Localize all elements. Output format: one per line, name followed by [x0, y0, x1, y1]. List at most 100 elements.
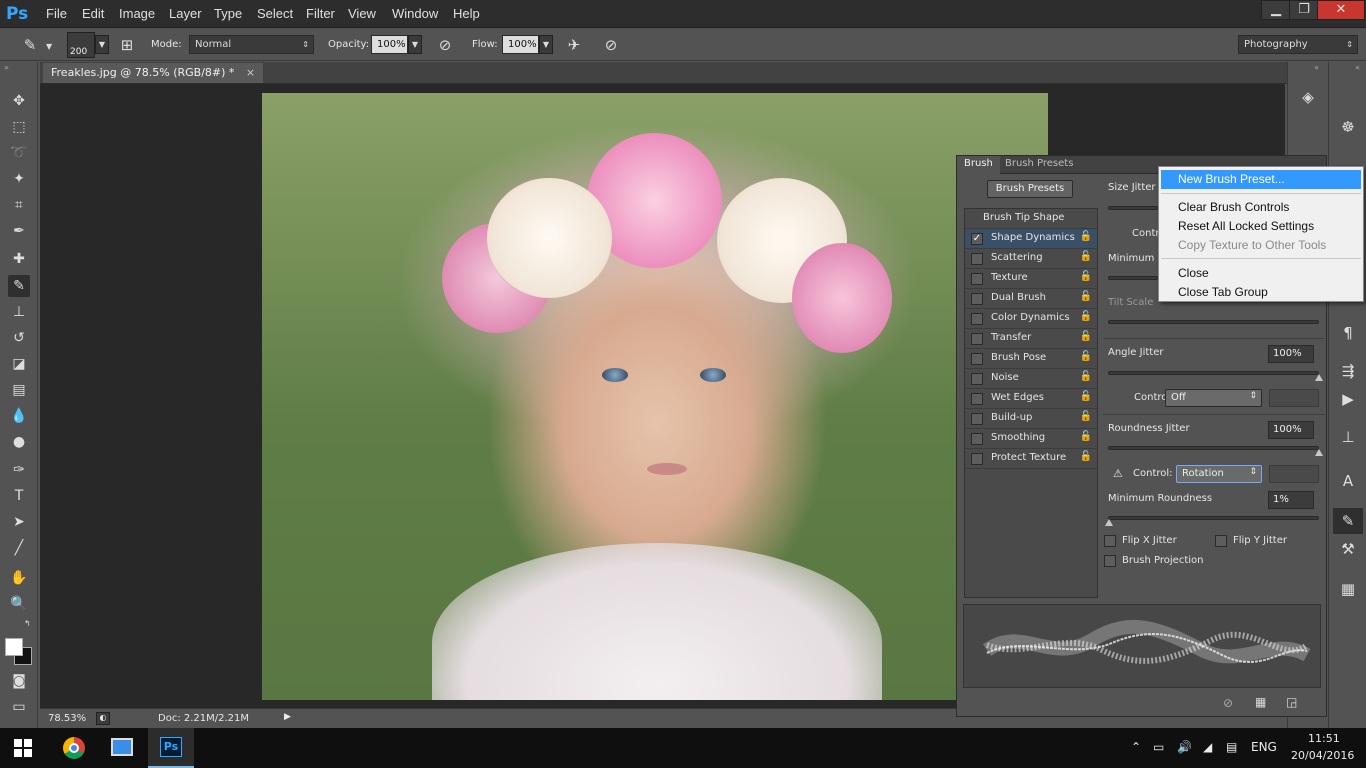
brush-picker-dropdown[interactable]: ▼ — [95, 35, 109, 54]
roundness-jitter-slider[interactable] — [1108, 446, 1319, 450]
tab-brush[interactable]: Brush — [957, 156, 1000, 174]
checkbox[interactable]: ✓ — [971, 233, 983, 245]
checkbox[interactable] — [971, 293, 983, 305]
pressure-opacity-icon[interactable]: ⊘ — [435, 35, 455, 55]
menu-filter[interactable]: Filter — [306, 6, 335, 21]
share-icon[interactable]: ◐ — [96, 712, 110, 725]
properties-icon[interactable]: ▦ — [1333, 576, 1363, 602]
magic-wand-tool-icon[interactable]: ✦ — [8, 168, 30, 190]
menu-help[interactable]: Help — [453, 6, 480, 21]
brush-projection-checkbox[interactable] — [1104, 555, 1116, 567]
angle-jitter-input[interactable]: 100% — [1268, 345, 1314, 363]
layers-icon[interactable]: ◈ — [1293, 84, 1323, 110]
tilt-scale-slider[interactable] — [1108, 320, 1319, 324]
new-preset-icon[interactable]: ◲ — [1286, 695, 1297, 709]
move-tool-icon[interactable]: ✥ — [8, 90, 30, 112]
slider-thumb[interactable] — [1105, 519, 1113, 526]
size-jitter-slider[interactable] — [1108, 206, 1158, 210]
lock-icon[interactable]: 🔓 — [1080, 271, 1092, 282]
menu-file[interactable]: File — [46, 6, 67, 21]
menu-layer[interactable]: Layer — [169, 6, 202, 21]
brush-size-picker[interactable]: 200 — [67, 32, 95, 58]
lock-icon[interactable]: 🔓 — [1080, 351, 1092, 362]
eyedropper-tool-icon[interactable]: ✒ — [8, 220, 30, 242]
menu-window[interactable]: Window — [392, 6, 438, 21]
minimum-roundness-slider[interactable] — [1108, 516, 1319, 520]
collapse-icon[interactable]: « — [1314, 63, 1319, 72]
dodge-tool-icon[interactable]: ● — [8, 431, 30, 453]
image-viewer-app[interactable] — [99, 728, 145, 768]
clone-source-icon[interactable]: ⊥ — [1333, 424, 1363, 450]
language-indicator[interactable]: ENG — [1251, 740, 1277, 754]
checkbox[interactable] — [971, 393, 983, 405]
lock-icon[interactable]: 🔓 — [1080, 431, 1092, 442]
zoom-tool-icon[interactable]: 🔍 — [8, 593, 30, 615]
menu-image[interactable]: Image — [119, 6, 155, 21]
checkbox[interactable] — [971, 253, 983, 265]
pressure-size-icon[interactable]: ⊘ — [601, 35, 621, 55]
status-menu-arrow-icon[interactable]: ▶ — [284, 712, 296, 725]
tab-brush-presets[interactable]: Brush Presets — [998, 156, 1080, 174]
lock-icon[interactable]: 🔓 — [1080, 251, 1092, 262]
brush-tool-preset-icon[interactable]: ✎ — [20, 35, 40, 55]
photoshop-app[interactable]: Ps — [148, 728, 194, 768]
flow-input[interactable]: 100% — [502, 35, 539, 54]
angle-control-select[interactable]: Off ⇕ — [1165, 389, 1262, 407]
character-icon[interactable]: A — [1333, 468, 1363, 494]
lock-icon[interactable]: 🔓 — [1080, 291, 1092, 302]
paragraph-icon[interactable]: ¶ — [1333, 320, 1363, 346]
lock-icon[interactable]: 🔓 — [1080, 231, 1092, 242]
brush-presets-button[interactable]: Brush Presets — [987, 180, 1073, 198]
gradient-tool-icon[interactable]: ▤ — [8, 379, 30, 401]
slider-thumb[interactable] — [1315, 374, 1323, 381]
menu-view[interactable]: View — [348, 6, 376, 21]
angle-jitter-slider[interactable] — [1108, 371, 1319, 375]
blur-tool-icon[interactable]: 💧 — [8, 405, 30, 427]
history-brush-tool-icon[interactable]: ↺ — [8, 327, 30, 349]
zoom-level[interactable]: 78.53% — [48, 713, 86, 724]
checkbox[interactable] — [971, 333, 983, 345]
roundness-jitter-input[interactable]: 100% — [1268, 421, 1314, 439]
close-tab-icon[interactable]: × — [246, 66, 255, 79]
list-item-build-up[interactable]: Build-up 🔓 — [965, 409, 1097, 429]
lock-icon[interactable]: 🔓 — [1080, 311, 1092, 322]
checkbox[interactable] — [971, 373, 983, 385]
type-tool-icon[interactable]: T — [8, 485, 30, 507]
document-image[interactable] — [262, 93, 1048, 700]
close-window-button[interactable]: ✕ — [1317, 0, 1365, 20]
opacity-dropdown[interactable]: ▼ — [408, 35, 422, 54]
brush-tool-icon[interactable]: ✎ — [8, 275, 30, 297]
menu-item-reset-locked-settings[interactable]: Reset All Locked Settings — [1161, 217, 1361, 236]
checkbox[interactable] — [971, 273, 983, 285]
list-item-transfer[interactable]: Transfer 🔓 — [965, 329, 1097, 349]
clock-date[interactable]: 20/04/2016 — [1291, 749, 1354, 762]
list-item-texture[interactable]: Texture 🔓 — [965, 269, 1097, 289]
lasso-tool-icon[interactable]: ➰ — [8, 142, 30, 164]
navigator-icon[interactable]: ☸ — [1333, 114, 1363, 140]
list-item-shape-dynamics[interactable]: ✓ Shape Dynamics 🔓 — [965, 229, 1097, 249]
minimum-roundness-input[interactable]: 1% — [1268, 491, 1314, 509]
lock-icon[interactable]: 🔓 — [1080, 411, 1092, 422]
mode-select[interactable]: Normal ⇕ — [189, 35, 314, 54]
lock-icon[interactable]: 🔓 — [1080, 391, 1092, 402]
quick-mask-icon[interactable]: ◙ — [8, 670, 30, 692]
eraser-tool-icon[interactable]: ◪ — [8, 353, 30, 375]
tool-presets-icon[interactable]: ⚒ — [1333, 536, 1363, 562]
play-icon[interactable]: ▶ — [1333, 386, 1363, 412]
airbrush-icon[interactable]: ✈ — [564, 35, 584, 55]
list-item-dual-brush[interactable]: Dual Brush 🔓 — [965, 289, 1097, 309]
pen-tool-icon[interactable]: ✑ — [8, 459, 30, 481]
checkbox[interactable] — [971, 413, 983, 425]
list-item-brush-tip-shape[interactable]: Brush Tip Shape — [965, 209, 1097, 229]
grid-icon[interactable]: ▦ — [1255, 695, 1266, 709]
slider-thumb[interactable] — [1315, 449, 1323, 456]
checkbox[interactable] — [971, 453, 983, 465]
menu-edit[interactable]: Edit — [82, 6, 104, 21]
menu-type[interactable]: Type — [214, 6, 242, 21]
foreground-color-swatch[interactable] — [5, 638, 23, 656]
show-hidden-icons[interactable]: ⌃ — [1131, 740, 1141, 754]
document-tab[interactable]: Freakles.jpg @ 78.5% (RGB/8#) * × — [43, 63, 264, 83]
restore-button[interactable]: ❐ — [1289, 0, 1319, 20]
roundness-control-select[interactable]: Rotation ⇕ — [1176, 465, 1262, 483]
chevron-down-icon[interactable]: ▼ — [46, 42, 52, 51]
